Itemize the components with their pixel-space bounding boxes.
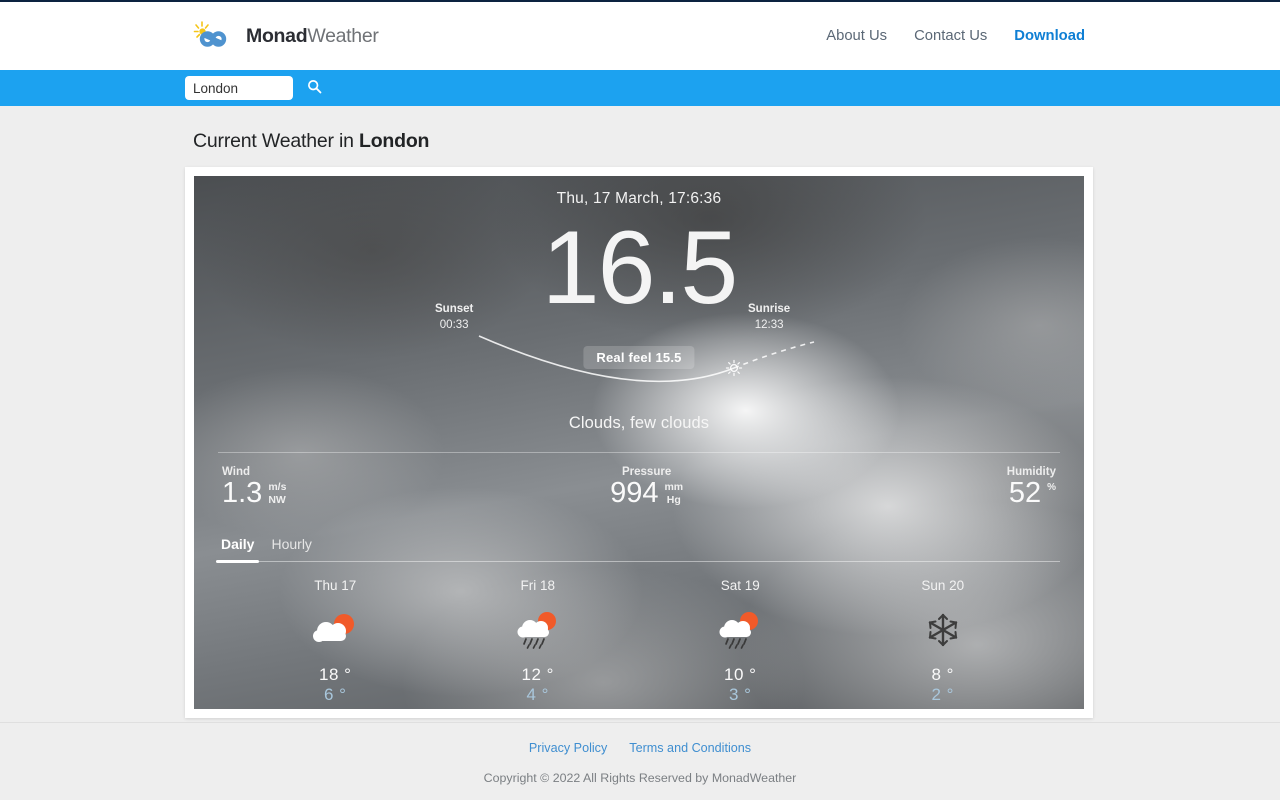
footer-link-terms-and-conditions[interactable]: Terms and Conditions (629, 741, 751, 755)
page-title: Current Weather in London (185, 106, 1095, 167)
copyright-text: Copyright © 2022 All Rights Reserved by … (0, 771, 1280, 785)
stat-pressure-value: 994 (610, 479, 658, 508)
cloud-sun-rain-icon (437, 603, 640, 659)
stat-pressure: Pressure 994 mm Hg (610, 466, 683, 508)
site-header: MonadWeather About Us Contact Us Downloa… (0, 0, 1280, 70)
stat-pressure-unit: mm Hg (664, 481, 683, 508)
forecast-high-temp: 8 ° (842, 665, 1045, 685)
page-title-city: London (359, 130, 429, 152)
brand-name-light: Weather (307, 25, 378, 47)
temperature-block: 16.5 Sunset 00:33 Sunrise 12:33 (194, 210, 1084, 342)
weather-card-frame: Thu, 17 March, 17:6:36 16.5 Sunset 00:33… (185, 167, 1093, 718)
forecast-day-card[interactable]: Fri 18 (437, 578, 640, 705)
forecast-tabs: Daily Hourly (221, 536, 1060, 561)
stat-humidity-unit: % (1047, 482, 1056, 508)
stat-wind-value: 1.3 (222, 479, 262, 508)
weather-condition-text: Clouds, few clouds (194, 414, 1084, 433)
forecast-day-name: Thu 17 (234, 578, 437, 593)
page-title-prefix: Current Weather in (193, 130, 359, 152)
forecast-high-temp: 10 ° (639, 665, 842, 685)
forecast-day-name: Fri 18 (437, 578, 640, 593)
footer-link-privacy-policy[interactable]: Privacy Policy (529, 741, 607, 755)
current-weather-card: Thu, 17 March, 17:6:36 16.5 Sunset 00:33… (194, 176, 1084, 709)
forecast-low-temp: 4 ° (437, 685, 640, 705)
tab-hourly[interactable]: Hourly (271, 536, 311, 561)
forecast-day-name: Sat 19 (639, 578, 842, 593)
footer-links: Privacy Policy Terms and Conditions (0, 741, 1280, 755)
forecast-high-temp: 18 ° (234, 665, 437, 685)
sun-infinity-logo-icon (193, 20, 239, 52)
search-input[interactable] (185, 76, 293, 100)
forecast-day-card[interactable]: Thu 17 (234, 578, 437, 705)
page-body: Current Weather in London Thu, 17 March,… (0, 106, 1280, 722)
forecast-day-card[interactable]: Sun 20 (842, 578, 1045, 705)
forecast-day-card[interactable]: Sat 19 (639, 578, 842, 705)
sunset-label: Sunset (435, 302, 473, 318)
tab-daily[interactable]: Daily (221, 536, 254, 561)
main-nav: About Us Contact Us Download (826, 28, 1085, 44)
nav-link-about-us[interactable]: About Us (826, 28, 887, 44)
brand-name-bold: Monad (246, 25, 307, 47)
real-feel-badge: Real feel 15.5 (583, 346, 694, 369)
site-footer: Privacy Policy Terms and Conditions Copy… (0, 722, 1280, 800)
weather-stats-row: Wind 1.3 m/s NW Pressure 994 (194, 453, 1084, 508)
stat-wind: Wind 1.3 m/s NW (222, 466, 286, 508)
forecast-tabs-container: Daily Hourly (221, 536, 1060, 562)
current-temperature: 16.5 (194, 196, 1084, 342)
stat-humidity: Humidity 52 % (1007, 466, 1056, 508)
stat-humidity-value: 52 (1009, 479, 1041, 508)
brand-logo-link[interactable]: MonadWeather (193, 20, 379, 52)
search-icon (307, 79, 322, 97)
forecast-day-name: Sun 20 (842, 578, 1045, 593)
forecast-low-temp: 3 ° (639, 685, 842, 705)
forecast-high-temp: 12 ° (437, 665, 640, 685)
nav-link-download[interactable]: Download (1014, 28, 1085, 44)
cloud-sun-rain-icon (639, 603, 842, 659)
daily-forecast-list: Thu 17 (234, 562, 1044, 705)
forecast-low-temp: 6 ° (234, 685, 437, 705)
cloud-sun-icon (234, 603, 437, 659)
brand-name: MonadWeather (246, 25, 379, 48)
forecast-low-temp: 2 ° (842, 685, 1045, 705)
nav-link-contact-us[interactable]: Contact Us (914, 28, 987, 44)
search-bar (0, 70, 1280, 106)
sunrise-label: Sunrise (748, 302, 790, 318)
search-button[interactable] (307, 79, 322, 97)
snowflake-icon (842, 603, 1045, 659)
stat-wind-unit: m/s NW (268, 481, 286, 508)
